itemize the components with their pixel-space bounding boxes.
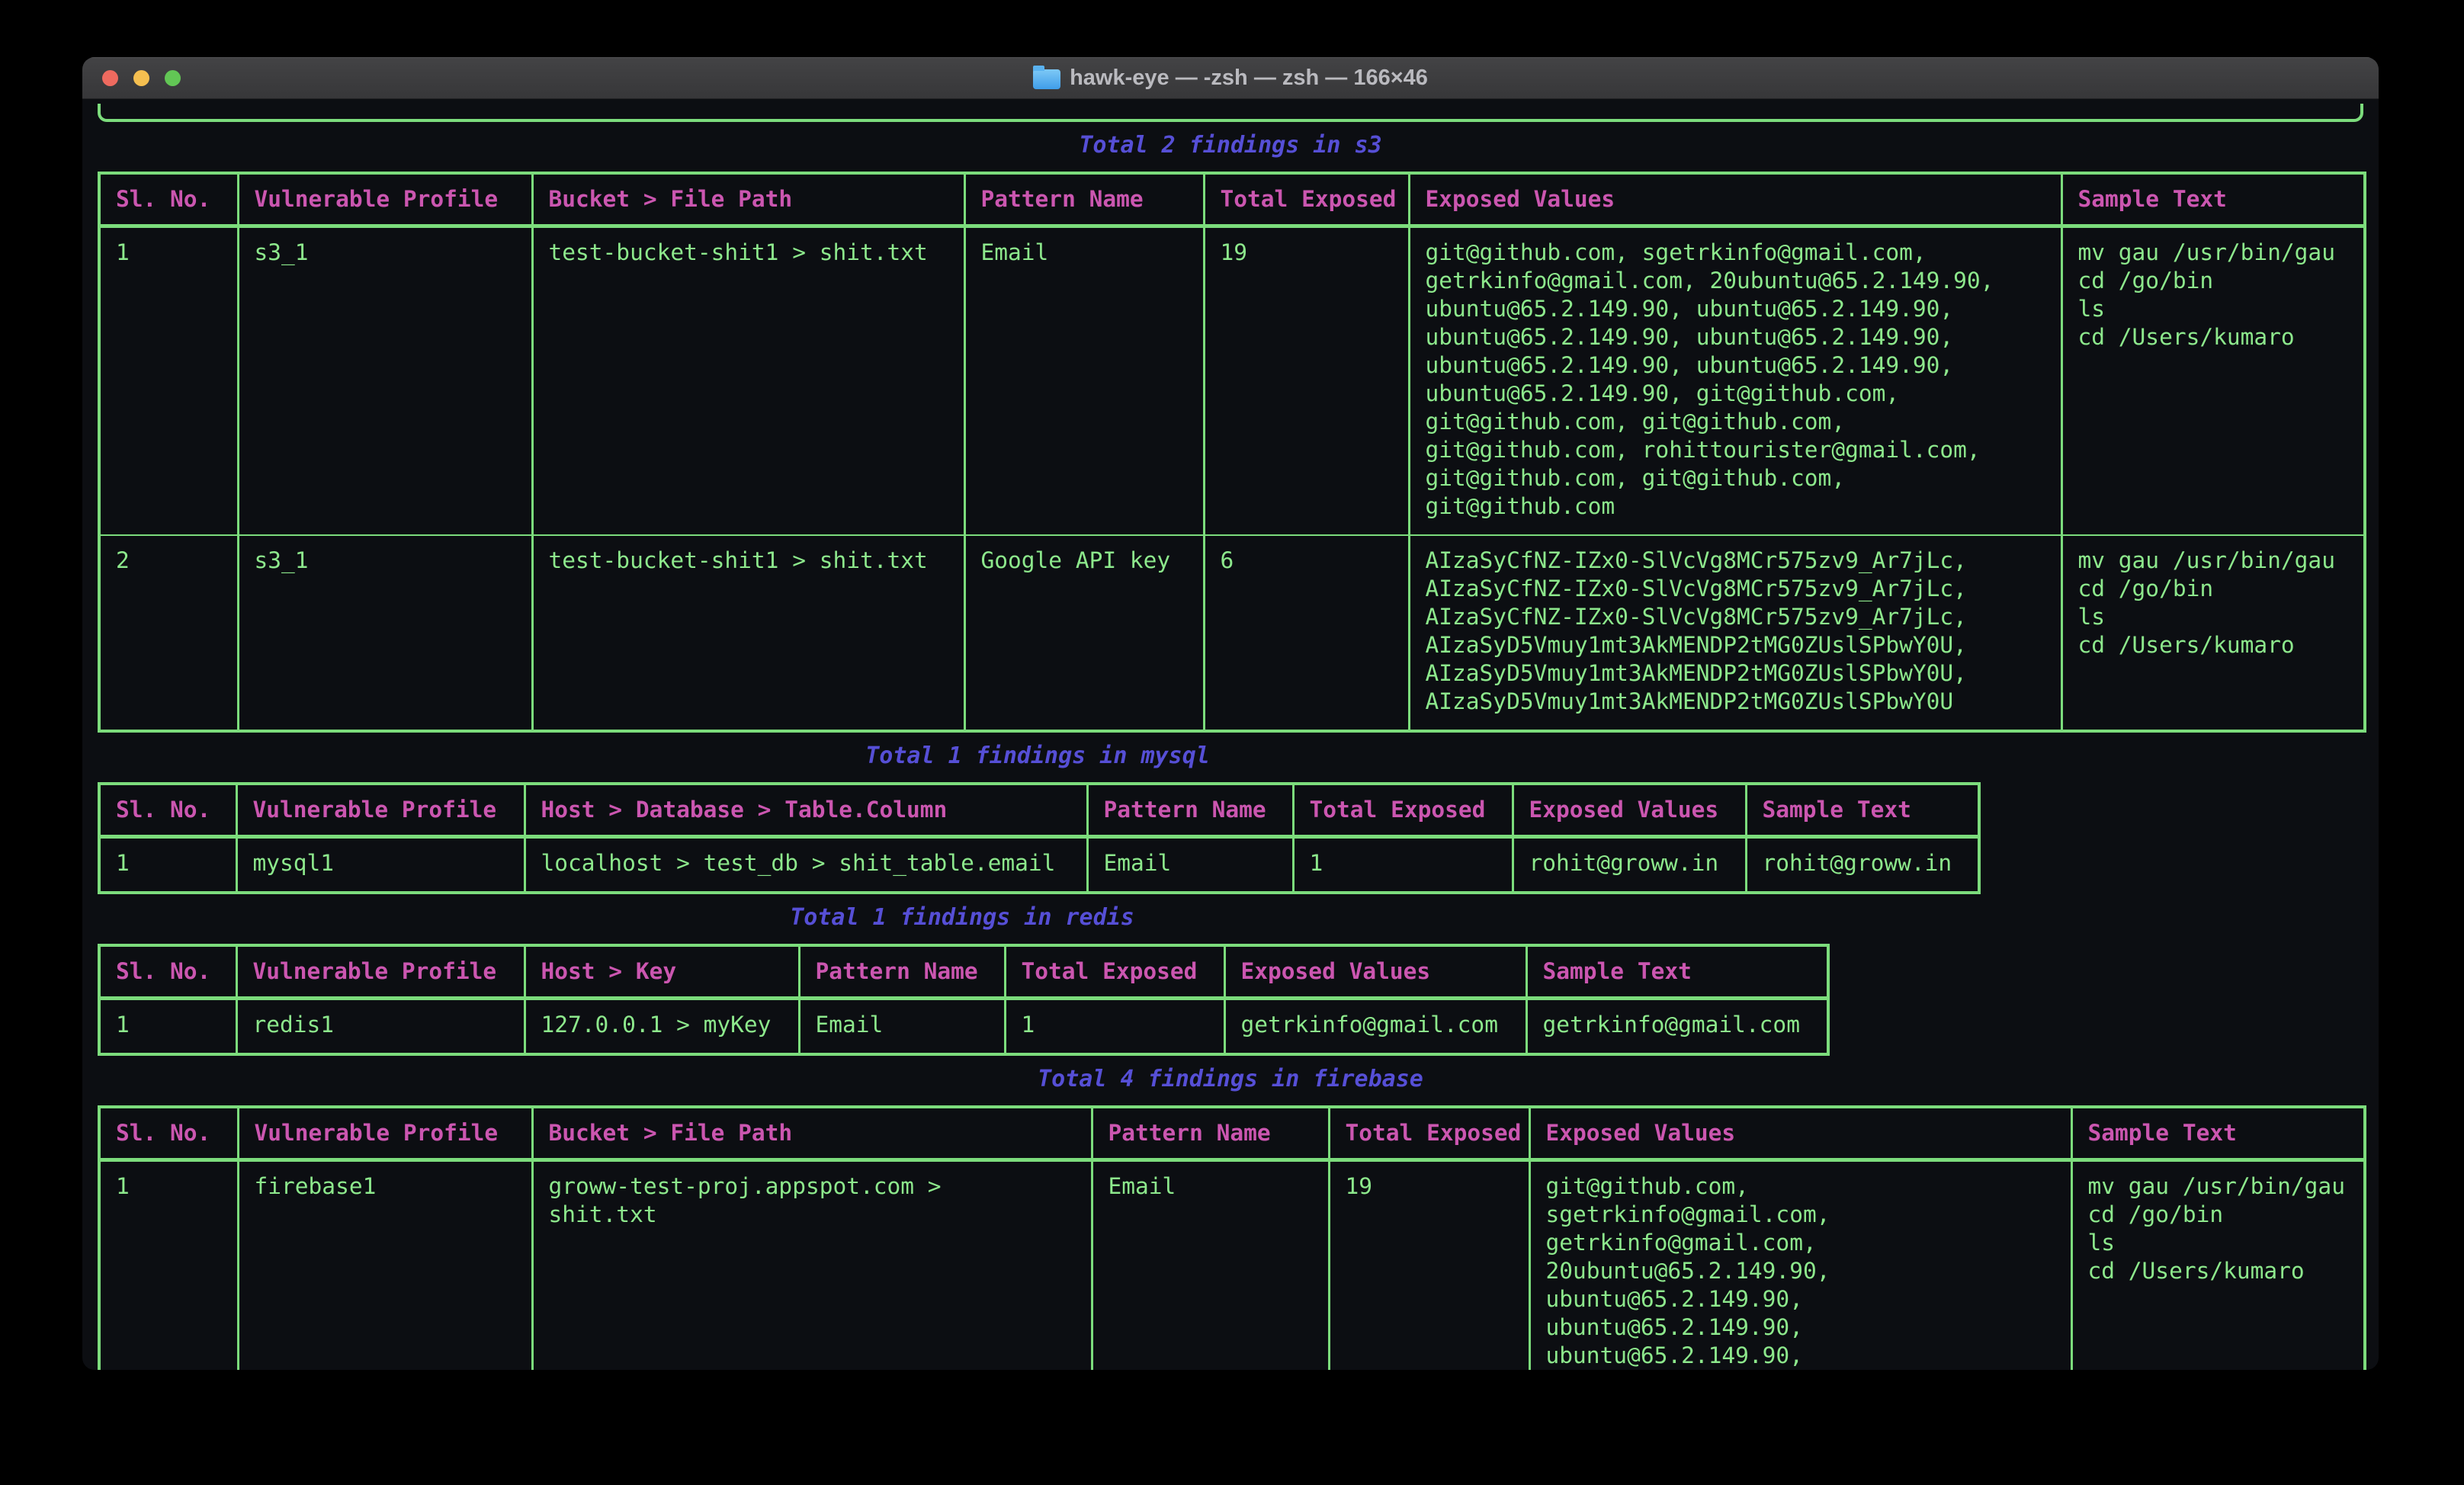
- cell-sl-no: 1: [99, 999, 236, 1055]
- column-header-exposed-values: Exposed Values: [1529, 1107, 2071, 1160]
- fullscreen-button[interactable]: [165, 70, 181, 86]
- section-mysql: Total 1 findings in mysql Sl. No. Vulner…: [98, 742, 2363, 894]
- column-header-pattern-name: Pattern Name: [799, 945, 1005, 999]
- column-header-total-exposed: Total Exposed: [1293, 784, 1513, 837]
- cell-sl-no: 1: [99, 837, 236, 893]
- column-header-vulnerable-profile: Vulnerable Profile: [236, 784, 525, 837]
- cell-pattern-name: Google API key: [964, 535, 1204, 731]
- cell-vulnerable-profile: s3_1: [238, 226, 532, 536]
- cell-sample-text: getrkinfo@gmail.com: [1526, 999, 1828, 1055]
- cell-sample-text: mv gau /usr/bin/gau cd /go/bin ls cd /Us…: [2071, 1160, 2365, 1371]
- cell-exposed-values: AIzaSyCfNZ-IZx0-SlVcVg8MCr575zv9_Ar7jLc,…: [1409, 535, 2061, 731]
- cell-bucket-file-path: test-bucket-shit1 > shit.txt: [532, 226, 964, 536]
- table-header-row: Sl. No. Vulnerable Profile Host > Key Pa…: [99, 945, 1828, 999]
- column-header-pattern-name: Pattern Name: [1087, 784, 1293, 837]
- column-header-exposed-values: Exposed Values: [1224, 945, 1526, 999]
- cell-sample-text: mv gau /usr/bin/gau cd /go/bin ls cd /Us…: [2061, 226, 2365, 536]
- minimize-button[interactable]: [133, 70, 149, 86]
- cell-host-key: 127.0.0.1 > myKey: [525, 999, 799, 1055]
- cell-vulnerable-profile: s3_1: [238, 535, 532, 731]
- folder-icon: [1033, 69, 1060, 89]
- findings-table-redis: Sl. No. Vulnerable Profile Host > Key Pa…: [98, 944, 1830, 1056]
- cell-host-database-column: localhost > test_db > shit_table.email: [525, 837, 1087, 893]
- window-title-area: hawk-eye — -zsh — zsh — 166×46: [1033, 66, 1428, 91]
- column-header-host-database-column: Host > Database > Table.Column: [525, 784, 1087, 837]
- section-heading-redis: Total 1 findings in redis: [98, 903, 1827, 932]
- cell-total-exposed: 19: [1204, 226, 1409, 536]
- section-redis: Total 1 findings in redis Sl. No. Vulner…: [98, 903, 2363, 1056]
- section-s3: Total 2 findings in s3 Sl. No. Vulnerabl…: [98, 131, 2363, 733]
- column-header-vulnerable-profile: Vulnerable Profile: [238, 173, 532, 226]
- cell-sample-text: mv gau /usr/bin/gau cd /go/bin ls cd /Us…: [2061, 535, 2365, 731]
- cell-bucket-file-path: groww-test-proj.appspot.com > shit.txt: [532, 1160, 1092, 1371]
- column-header-vulnerable-profile: Vulnerable Profile: [238, 1107, 532, 1160]
- window-title: hawk-eye — -zsh — zsh — 166×46: [1070, 66, 1428, 91]
- titlebar[interactable]: hawk-eye — -zsh — zsh — 166×46: [82, 57, 2379, 99]
- findings-table-mysql: Sl. No. Vulnerable Profile Host > Databa…: [98, 782, 1981, 894]
- table-row: 1 firebase1 groww-test-proj.appspot.com …: [99, 1160, 2365, 1371]
- cell-vulnerable-profile: mysql1: [236, 837, 525, 893]
- findings-table-s3: Sl. No. Vulnerable Profile Bucket > File…: [98, 172, 2366, 733]
- cell-total-exposed: 6: [1204, 535, 1409, 731]
- column-header-bucket-file-path: Bucket > File Path: [532, 1107, 1092, 1160]
- cell-exposed-values: rohit@groww.in: [1513, 837, 1746, 893]
- traffic-lights: [102, 57, 181, 98]
- cell-bucket-file-path: test-bucket-shit1 > shit.txt: [532, 535, 964, 731]
- column-header-sample-text: Sample Text: [1526, 945, 1828, 999]
- table-row: 1 s3_1 test-bucket-shit1 > shit.txt Emai…: [99, 226, 2365, 536]
- terminal-screen[interactable]: Total 2 findings in s3 Sl. No. Vulnerabl…: [82, 99, 2379, 1370]
- cell-sample-text: rohit@groww.in: [1746, 837, 1979, 893]
- column-header-sl-no: Sl. No.: [99, 784, 236, 837]
- column-header-pattern-name: Pattern Name: [964, 173, 1204, 226]
- close-button[interactable]: [102, 70, 118, 86]
- section-heading-mysql: Total 1 findings in mysql: [98, 742, 1978, 770]
- terminal-window: hawk-eye — -zsh — zsh — 166×46 Total 2 f…: [82, 57, 2379, 1370]
- section-firebase: Total 4 findings in firebase Sl. No. Vul…: [98, 1065, 2363, 1370]
- cell-sl-no: 1: [99, 1160, 238, 1371]
- column-header-total-exposed: Total Exposed: [1204, 173, 1409, 226]
- column-header-bucket-file-path: Bucket > File Path: [532, 173, 964, 226]
- column-header-exposed-values: Exposed Values: [1409, 173, 2061, 226]
- column-header-total-exposed: Total Exposed: [1329, 1107, 1529, 1160]
- cell-sl-no: 1: [99, 226, 238, 536]
- cell-pattern-name: Email: [1087, 837, 1293, 893]
- column-header-exposed-values: Exposed Values: [1513, 784, 1746, 837]
- column-header-sample-text: Sample Text: [2071, 1107, 2365, 1160]
- table-row: 2 s3_1 test-bucket-shit1 > shit.txt Goog…: [99, 535, 2365, 731]
- table-header-row: Sl. No. Vulnerable Profile Host > Databa…: [99, 784, 1979, 837]
- cell-vulnerable-profile: firebase1: [238, 1160, 532, 1371]
- cell-total-exposed: 1: [1293, 837, 1513, 893]
- column-header-sl-no: Sl. No.: [99, 1107, 238, 1160]
- column-header-sample-text: Sample Text: [2061, 173, 2365, 226]
- cell-pattern-name: Email: [964, 226, 1204, 536]
- cell-pattern-name: Email: [1092, 1160, 1329, 1371]
- table-row: 1 redis1 127.0.0.1 > myKey Email 1 getrk…: [99, 999, 1828, 1055]
- cell-exposed-values: git@github.com, sgetrkinfo@gmail.com, ge…: [1409, 226, 2061, 536]
- section-heading-firebase: Total 4 findings in firebase: [98, 1065, 2363, 1093]
- column-header-vulnerable-profile: Vulnerable Profile: [236, 945, 525, 999]
- cell-total-exposed: 19: [1329, 1160, 1529, 1371]
- section-heading-s3: Total 2 findings in s3: [98, 131, 2363, 159]
- column-header-total-exposed: Total Exposed: [1005, 945, 1224, 999]
- cell-sl-no: 2: [99, 535, 238, 731]
- table-header-row: Sl. No. Vulnerable Profile Bucket > File…: [99, 173, 2365, 226]
- cell-exposed-values: git@github.com, sgetrkinfo@gmail.com, ge…: [1529, 1160, 2071, 1371]
- column-header-sl-no: Sl. No.: [99, 173, 238, 226]
- column-header-host-key: Host > Key: [525, 945, 799, 999]
- cell-vulnerable-profile: redis1: [236, 999, 525, 1055]
- findings-table-firebase: Sl. No. Vulnerable Profile Bucket > File…: [98, 1105, 2366, 1370]
- previous-panel-bottom-border: [98, 104, 2363, 122]
- cell-total-exposed: 1: [1005, 999, 1224, 1055]
- cell-exposed-values: getrkinfo@gmail.com: [1224, 999, 1526, 1055]
- table-header-row: Sl. No. Vulnerable Profile Bucket > File…: [99, 1107, 2365, 1160]
- column-header-sl-no: Sl. No.: [99, 945, 236, 999]
- column-header-sample-text: Sample Text: [1746, 784, 1979, 837]
- cell-pattern-name: Email: [799, 999, 1005, 1055]
- column-header-pattern-name: Pattern Name: [1092, 1107, 1329, 1160]
- table-row: 1 mysql1 localhost > test_db > shit_tabl…: [99, 837, 1979, 893]
